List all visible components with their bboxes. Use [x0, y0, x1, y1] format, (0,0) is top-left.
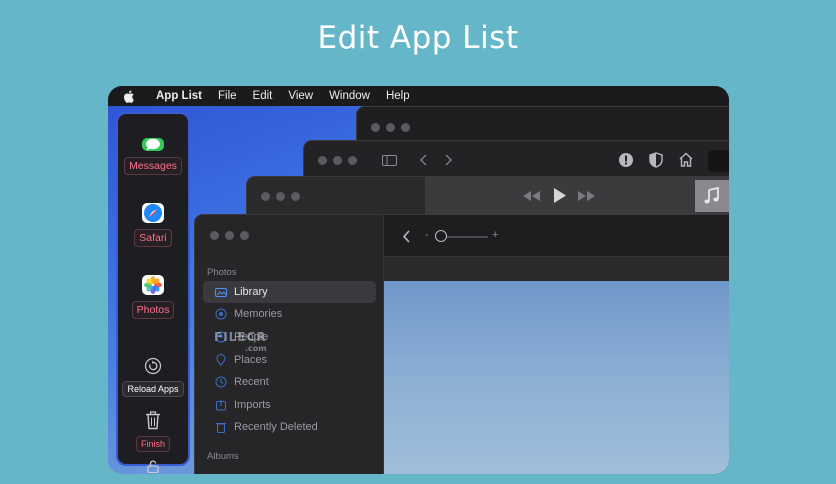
menu-view[interactable]: View — [288, 90, 313, 102]
disclosure-triangle-icon — [215, 470, 227, 474]
music-note-icon — [704, 187, 719, 204]
window-controls[interactable] — [318, 156, 357, 165]
zoom-in-label[interactable]: + — [492, 229, 498, 241]
address-bar[interactable] — [708, 150, 729, 172]
menu-bar: App List File Edit View Window Help — [108, 86, 729, 106]
sidebar-item-library[interactable]: Library — [203, 281, 376, 303]
alert-icon[interactable] — [618, 152, 634, 168]
page-headline: Edit App List — [317, 20, 519, 56]
reload-apps-button[interactable]: Reload Apps — [122, 381, 184, 397]
fast-forward-icon[interactable] — [577, 190, 597, 202]
app-label-messages[interactable]: Messages — [124, 157, 182, 175]
section-albums-heading: Albums — [207, 451, 239, 462]
sidebar-item-label: Places — [234, 354, 268, 366]
sidebar-item-label: Recently Deleted — [234, 421, 318, 433]
imports-icon — [215, 399, 227, 411]
photo-preview[interactable] — [384, 281, 729, 474]
watermark-sub: .com — [244, 344, 267, 353]
window-controls[interactable] — [371, 123, 410, 132]
finish-button[interactable]: Finish — [135, 436, 170, 452]
safari-icon[interactable] — [142, 203, 164, 223]
zoom-dot[interactable] — [348, 156, 357, 165]
close-dot[interactable] — [210, 231, 219, 240]
desktop-screen: App List File Edit View Window Help Phot… — [108, 86, 729, 474]
play-icon[interactable] — [553, 187, 567, 204]
sidebar-item-memories[interactable]: Memories — [203, 303, 376, 325]
forward-icon[interactable] — [445, 154, 453, 166]
apple-logo-icon[interactable] — [124, 90, 136, 103]
album-art[interactable] — [695, 180, 729, 212]
zoom-dot[interactable] — [401, 123, 410, 132]
sidebar-toggle-icon[interactable] — [382, 155, 397, 166]
zoom-dot[interactable] — [240, 231, 249, 240]
home-icon[interactable] — [678, 152, 694, 167]
sidebar-item-album-partial[interactable] — [203, 465, 376, 474]
window-controls[interactable] — [210, 231, 249, 240]
unlock-icon[interactable] — [147, 460, 159, 473]
close-dot[interactable] — [261, 192, 270, 201]
photos-content: - + — [384, 215, 729, 474]
menu-edit[interactable]: Edit — [253, 90, 273, 102]
sidebar-item-recent[interactable]: Recent — [203, 371, 376, 393]
player-bar — [425, 177, 729, 215]
app-label-photos[interactable]: Photos — [131, 301, 175, 319]
sidebar-item-recently-deleted[interactable]: Recently Deleted — [203, 416, 376, 438]
memories-icon — [215, 308, 227, 320]
shield-icon[interactable] — [649, 152, 663, 168]
watermark-text: FILECR — [214, 330, 267, 344]
app-list-panel: Messages Safari Photos Reload Apps Finis… — [116, 112, 190, 473]
menu-app-name[interactable]: App List — [156, 90, 202, 102]
sidebar-item-label: Recent — [234, 376, 269, 388]
rewind-icon[interactable] — [521, 190, 541, 202]
minimize-dot[interactable] — [276, 192, 285, 201]
zoom-slider-knob[interactable] — [435, 230, 447, 242]
sidebar-item-label: Imports — [234, 399, 271, 411]
messages-icon[interactable] — [142, 138, 164, 151]
watermark: FILECR .com — [214, 330, 267, 353]
minimize-dot[interactable] — [333, 156, 342, 165]
zoom-dot[interactable] — [291, 192, 300, 201]
photos-window: Photos Library Memories People Places Re… — [194, 214, 729, 474]
photos-toolbar: - + — [384, 215, 729, 257]
back-icon[interactable] — [419, 154, 427, 166]
sidebar-item-label: Memories — [234, 308, 283, 320]
minimize-dot[interactable] — [225, 231, 234, 240]
library-icon — [215, 286, 227, 298]
menu-file[interactable]: File — [218, 90, 237, 102]
trash-icon — [215, 421, 227, 433]
sidebar-item-imports[interactable]: Imports — [203, 394, 376, 416]
app-label-safari[interactable]: Safari — [134, 229, 172, 247]
window-controls[interactable] — [261, 192, 300, 201]
photos-subbar — [384, 257, 729, 281]
close-dot[interactable] — [318, 156, 327, 165]
section-photos-heading: Photos — [207, 267, 237, 278]
zoom-slider-track[interactable] — [442, 236, 488, 238]
reload-icon[interactable] — [144, 357, 162, 375]
menu-help[interactable]: Help — [386, 90, 410, 102]
close-dot[interactable] — [371, 123, 380, 132]
minimize-dot[interactable] — [386, 123, 395, 132]
menu-window[interactable]: Window — [329, 90, 370, 102]
trash-icon[interactable] — [145, 411, 161, 430]
zoom-out-label[interactable]: - — [425, 229, 429, 241]
photos-icon[interactable] — [142, 275, 164, 295]
sidebar-item-label: Library — [234, 286, 268, 298]
places-icon — [215, 354, 227, 366]
back-icon[interactable] — [402, 230, 410, 243]
recent-icon — [215, 376, 227, 388]
